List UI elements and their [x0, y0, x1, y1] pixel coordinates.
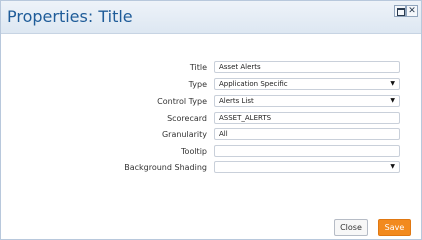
- control-type-label: Control Type: [157, 97, 207, 106]
- type-select-value: Application Specific: [219, 80, 288, 88]
- granularity-input[interactable]: All: [214, 128, 400, 140]
- save-button[interactable]: Save: [378, 219, 411, 236]
- close-icon[interactable]: ✕: [406, 5, 418, 17]
- control-type-select-value: Alerts List: [219, 97, 254, 105]
- title-label: Title: [189, 63, 207, 72]
- scorecard-input[interactable]: ASSET_ALERTS: [214, 112, 400, 124]
- maximize-icon[interactable]: [394, 5, 406, 17]
- granularity-label: Granularity: [161, 130, 207, 139]
- scorecard-label: Scorecard: [167, 114, 207, 123]
- close-button[interactable]: Close: [334, 219, 368, 236]
- background-shading-select[interactable]: ▼: [214, 161, 400, 173]
- control-type-select[interactable]: Alerts List ▼: [214, 95, 400, 107]
- chevron-down-icon: ▼: [390, 163, 395, 170]
- title-input[interactable]: Asset Alerts: [214, 61, 400, 73]
- tooltip-label: Tooltip: [181, 147, 207, 156]
- properties-dialog: Properties: Title ✕ Title Asset Alerts T…: [0, 0, 422, 240]
- type-label: Type: [188, 80, 207, 89]
- chevron-down-icon: ▼: [390, 80, 395, 87]
- dialog-titlebar: Properties: Title ✕: [1, 1, 421, 34]
- type-select[interactable]: Application Specific ▼: [214, 78, 400, 90]
- background-shading-label: Background Shading: [124, 163, 207, 172]
- tooltip-input[interactable]: [214, 145, 400, 157]
- chevron-down-icon: ▼: [390, 97, 395, 104]
- dialog-title: Properties: Title: [7, 7, 133, 26]
